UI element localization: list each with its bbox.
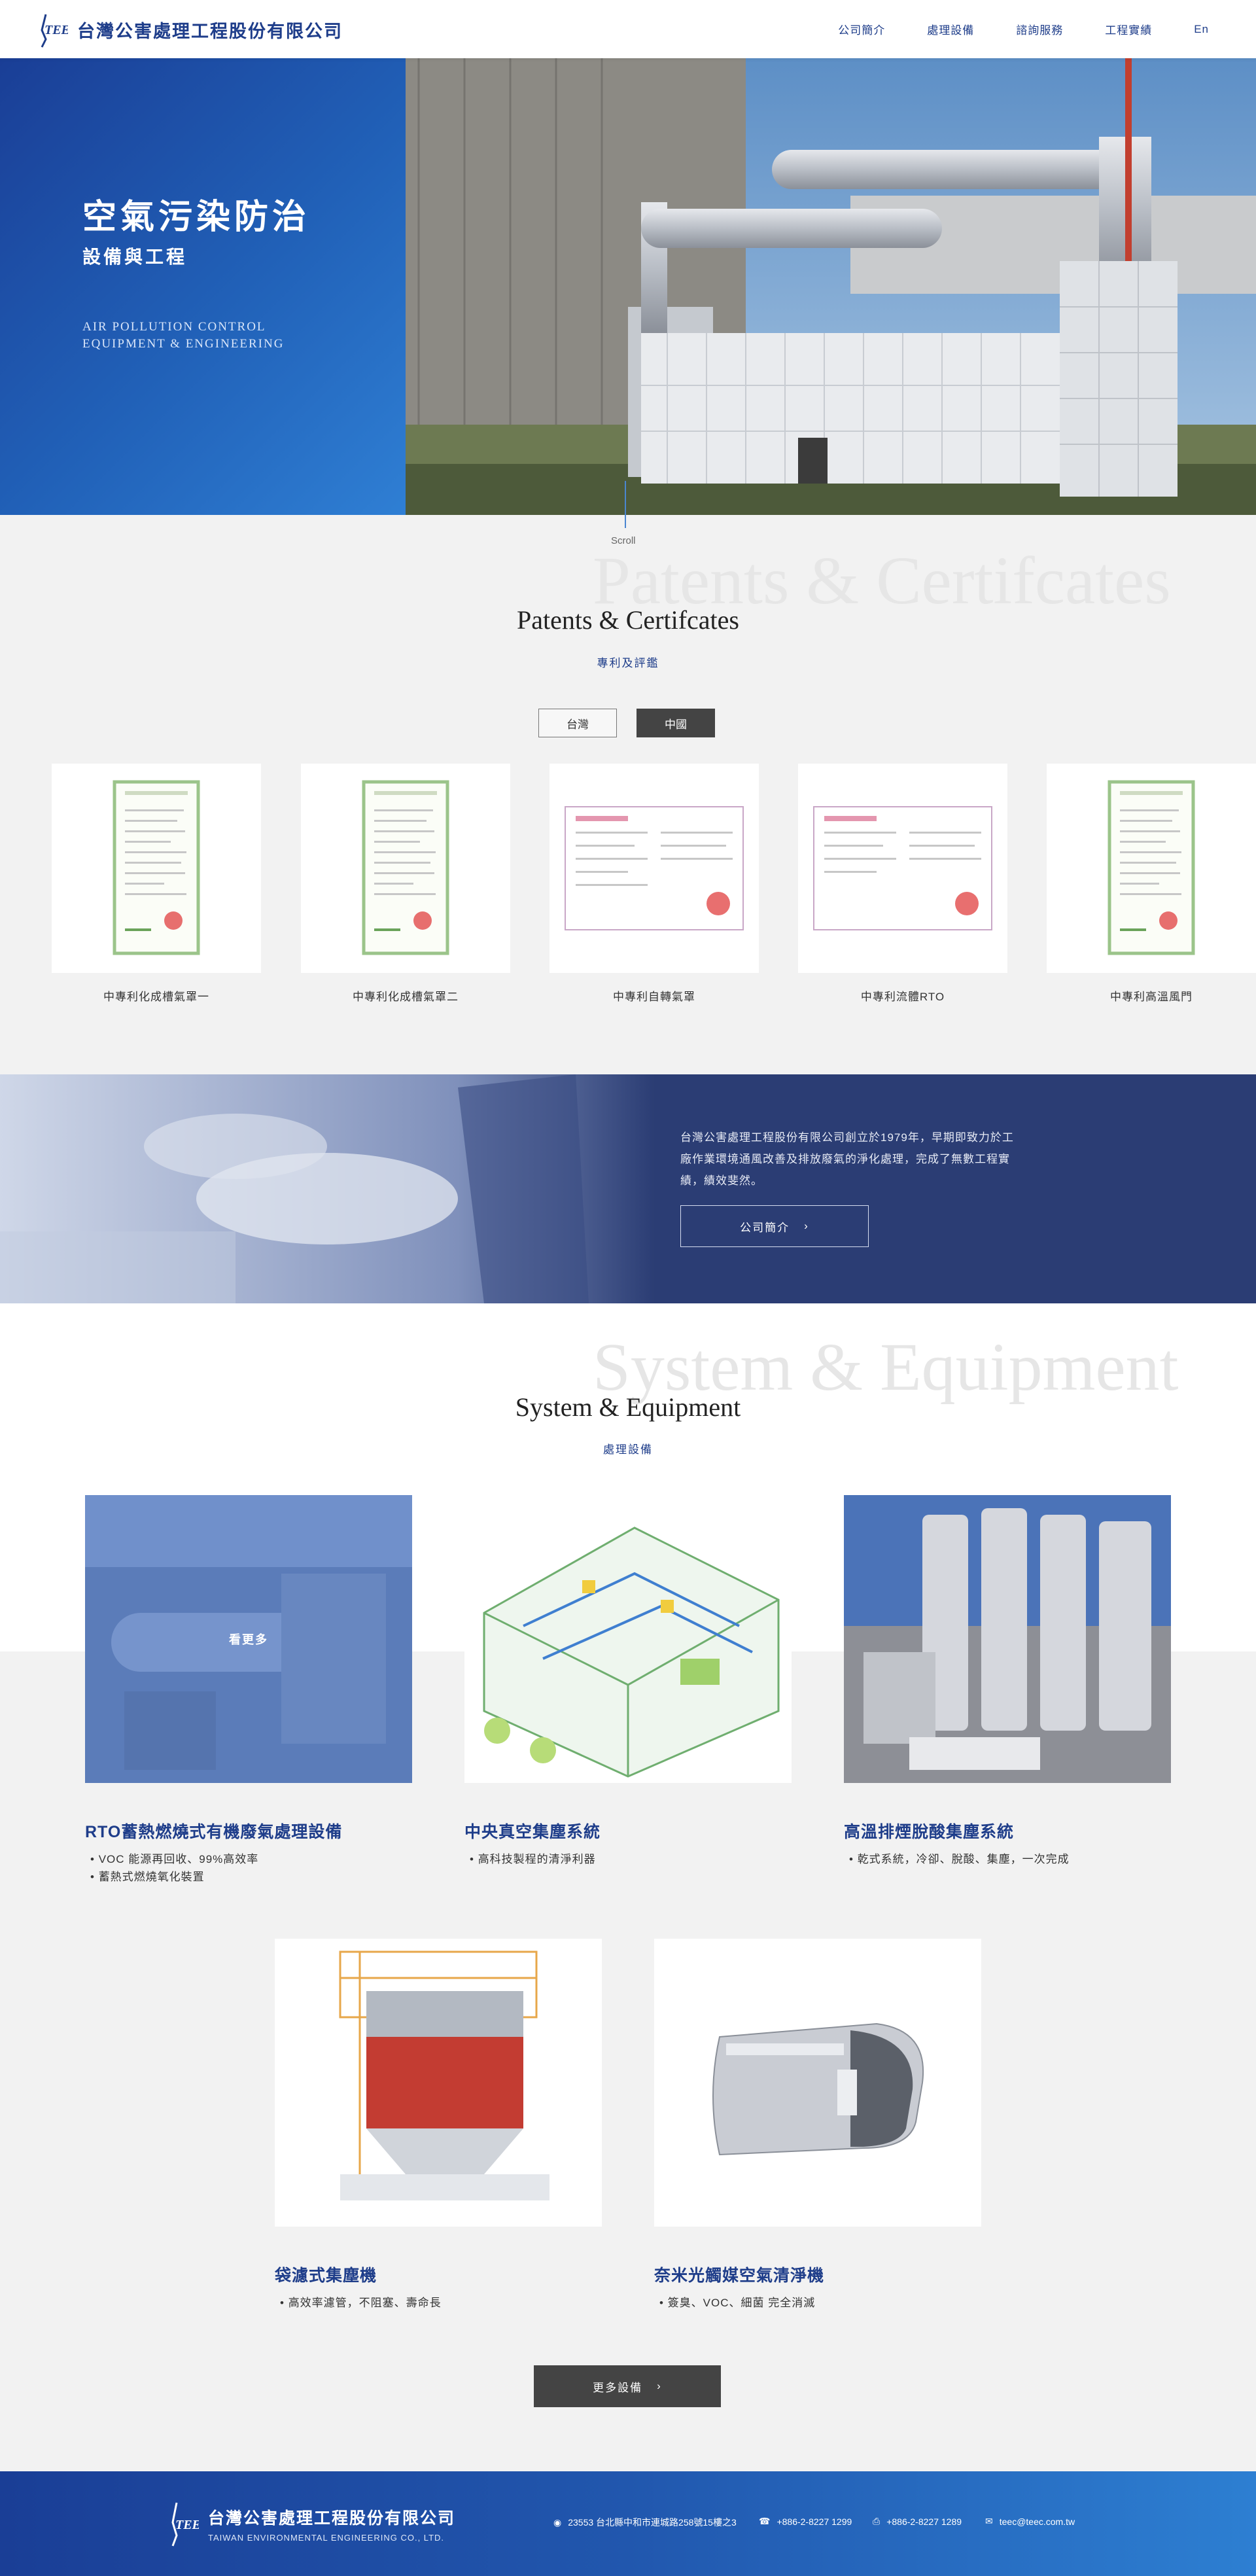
see-more-label: 看更多 — [229, 1633, 268, 1646]
logo-text: 台灣公害處理工程股份有限公司 — [77, 21, 343, 42]
nav-language-en[interactable]: En — [1194, 23, 1209, 36]
patent-caption-4[interactable]: 中專利流體RTO — [798, 987, 1007, 1004]
hero-banner: 空氣污染防治 設備與工程 AIR POLLUTION CONTROL EQUIP… — [0, 58, 1256, 515]
equipment-point: 高科技製程的清淨利器 — [470, 1850, 596, 1868]
tab-taiwan[interactable]: 台灣 — [538, 709, 617, 737]
patent-tabs: 台灣 中國 — [538, 709, 715, 737]
about-button[interactable]: 公司簡介 › — [680, 1205, 869, 1247]
equipment-point: 蓄熱式燃燒氧化裝置 — [90, 1868, 258, 1886]
equipment-points-flue-gas: 乾式系統，冷卻、脫酸、集塵，一次完成 — [849, 1850, 1070, 1868]
equipment-title-rto[interactable]: RTO蓄熱燃燒式有機廢氣處理設備 — [85, 1819, 342, 1843]
hero-plant-photo — [406, 58, 1256, 515]
footer-address: ◉ 23553 台北縣中和市連城路258號15樓之3 — [553, 2516, 737, 2529]
equipment-image-vacuum[interactable] — [464, 1495, 792, 1783]
equipment-subtitle: 處理設備 — [603, 1443, 653, 1456]
hero-panel: 空氣污染防治 設備與工程 AIR POLLUTION CONTROL EQUIP… — [0, 58, 406, 515]
nav-equipment[interactable]: 處理設備 — [927, 21, 974, 37]
equipment-title-baghouse[interactable]: 袋濾式集塵機 — [275, 2263, 377, 2286]
footer-fax-text: +886-2-8227 1289 — [886, 2516, 962, 2527]
equipment-image-purifier[interactable] — [654, 1939, 981, 2227]
certificate-image — [813, 806, 992, 930]
patent-caption-2[interactable]: 中專利化成槽氣罩二 — [301, 987, 510, 1004]
tab-china[interactable]: 中國 — [637, 709, 715, 737]
patents-title: Patents & Certifcates — [517, 605, 739, 635]
footer-address-text: 23553 台北縣中和市連城路258號15樓之3 — [568, 2517, 737, 2528]
footer-phone-text: +886-2-8227 1299 — [776, 2516, 852, 2527]
footer-fax: ⎙ +886-2-8227 1289 — [873, 2516, 962, 2527]
footer-logo[interactable]: TEEC 台灣公害處理工程股份有限公司 TAIWAN ENVIRONMENTAL… — [169, 2499, 455, 2549]
equipment-image-baghouse[interactable] — [275, 1939, 602, 2227]
footer-phone[interactable]: ☎ +886-2-8227 1299 — [759, 2516, 852, 2527]
hero-title: 空氣污染防治 — [82, 198, 311, 236]
nav-about[interactable]: 公司簡介 — [838, 21, 885, 37]
equipment-title-flue-gas[interactable]: 高溫排煙脫酸集塵系統 — [844, 1819, 1014, 1843]
about-text: 台灣公害處理工程股份有限公司創立於1979年，早期即致力於工廠作業環境通風改善及… — [680, 1131, 1014, 1187]
patent-card-1[interactable] — [52, 764, 261, 973]
equipment-points-rto: VOC 能源再回收、99%高效率 蓄熱式燃燒氧化裝置 — [90, 1850, 258, 1886]
mail-icon: ✉ — [985, 2516, 993, 2526]
patent-card-4[interactable] — [798, 764, 1007, 973]
chevron-right-icon: › — [804, 1220, 809, 1232]
patent-card-2[interactable] — [301, 764, 510, 973]
svg-text:TEEC: TEEC — [175, 2518, 199, 2532]
certificate-image — [113, 780, 200, 955]
footer-company-name: 台灣公害處理工程股份有限公司 — [208, 2508, 456, 2528]
certificate-image — [362, 780, 449, 955]
more-equipment-button[interactable]: 更多設備 › — [534, 2365, 721, 2407]
nav-consulting[interactable]: 諮詢服務 — [1016, 21, 1063, 37]
equipment-title-vacuum[interactable]: 中央真空集塵系統 — [464, 1819, 601, 1843]
chevron-right-icon: › — [657, 2380, 662, 2392]
main-nav: 公司簡介 處理設備 諮詢服務 工程實績 En — [838, 0, 1209, 58]
teec-logo-icon: TEEC — [171, 2502, 199, 2547]
equipment-point: VOC 能源再回收、99%高效率 — [90, 1850, 258, 1868]
equipment-points-vacuum: 高科技製程的清淨利器 — [470, 1850, 596, 1868]
patents-subtitle: 專利及評鑑 — [597, 657, 659, 669]
equipment-point: 簽臭、VOC、細菌 完全消滅 — [659, 2294, 815, 2312]
certificate-image — [1108, 780, 1195, 955]
nav-projects[interactable]: 工程實績 — [1105, 21, 1152, 37]
site-logo[interactable]: TEEC 台灣公害處理工程股份有限公司 — [38, 10, 343, 49]
patent-caption-1[interactable]: 中專利化成槽氣罩一 — [52, 987, 261, 1004]
fax-icon: ⎙ — [873, 2516, 881, 2526]
patent-caption-3[interactable]: 中專利自轉氣罩 — [550, 987, 759, 1004]
footer-company-english: TAIWAN ENVIRONMENTAL ENGINEERING CO., LT… — [208, 2532, 445, 2543]
about-band: 台灣公害處理工程股份有限公司創立於1979年，早期即致力於工廠作業環境通風改善及… — [0, 1074, 1256, 1303]
equipment-title-purifier[interactable]: 奈米光觸媒空氣清淨機 — [654, 2263, 824, 2286]
about-button-label: 公司簡介 — [740, 1221, 790, 1234]
more-equipment-label: 更多設備 — [593, 2381, 643, 2394]
footer-email[interactable]: ✉ teec@teec.com.tw — [985, 2516, 1075, 2527]
hero-english: AIR POLLUTION CONTROL EQUIPMENT & ENGINE… — [82, 320, 285, 351]
patent-caption-5[interactable]: 中專利高溫風門 — [1047, 987, 1256, 1004]
patent-card-5[interactable] — [1047, 764, 1256, 973]
equipment-point: 乾式系統，冷卻、脫酸、集塵，一次完成 — [849, 1850, 1070, 1868]
equipment-points-baghouse: 高效率濾管，不阻塞、壽命長 — [280, 2294, 442, 2312]
patent-card-3[interactable] — [550, 764, 759, 973]
equipment-image-rto[interactable]: 看更多 — [85, 1495, 412, 1783]
certificate-image — [565, 806, 744, 930]
see-more-overlay[interactable]: 看更多 — [85, 1495, 412, 1783]
svg-text:TEEC: TEEC — [44, 23, 68, 37]
site-header: TEEC 台灣公害處理工程股份有限公司 公司簡介 處理設備 諮詢服務 工程實績 … — [0, 0, 1256, 58]
scroll-indicator-line — [625, 481, 626, 528]
handshake-photo — [0, 1074, 654, 1303]
equipment-title: System & Equipment — [515, 1392, 741, 1422]
equipment-point: 高效率濾管，不阻塞、壽命長 — [280, 2294, 442, 2312]
teec-logo-icon: TEEC — [41, 14, 68, 48]
location-pin-icon: ◉ — [553, 2516, 562, 2528]
equipment-points-purifier: 簽臭、VOC、細菌 完全消滅 — [659, 2294, 815, 2312]
site-footer: TEEC 台灣公害處理工程股份有限公司 TAIWAN ENVIRONMENTAL… — [0, 2471, 1256, 2576]
footer-email-text: teec@teec.com.tw — [999, 2516, 1075, 2527]
hero-subtitle: 設備與工程 — [82, 247, 188, 267]
equipment-image-flue-gas[interactable] — [844, 1495, 1171, 1783]
phone-icon: ☎ — [759, 2516, 771, 2526]
